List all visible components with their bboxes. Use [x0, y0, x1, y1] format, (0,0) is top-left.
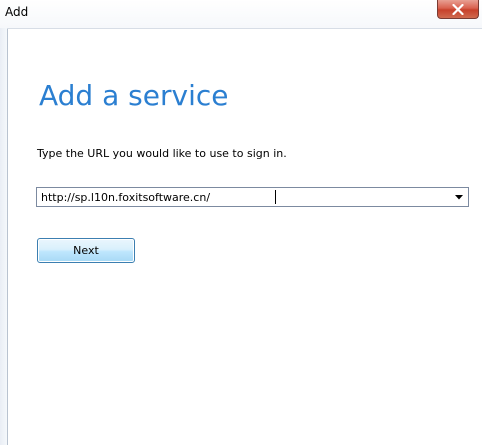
url-dropdown-button[interactable] — [450, 188, 468, 206]
close-button[interactable] — [437, 0, 479, 19]
dialog-content: Add a service Type the URL you would lik… — [8, 29, 482, 445]
text-cursor — [275, 190, 276, 204]
chevron-down-icon — [455, 194, 463, 199]
close-x-icon — [452, 3, 464, 15]
next-button[interactable]: Next — [37, 238, 135, 263]
window-frame-left — [0, 28, 7, 445]
add-service-window: Add Add a service Type the URL you would… — [0, 0, 482, 445]
page-title: Add a service — [39, 79, 229, 112]
url-input[interactable] — [37, 188, 447, 206]
instruction-text: Type the URL you would like to use to si… — [37, 147, 287, 160]
window-title: Add — [5, 5, 29, 19]
title-bar[interactable]: Add — [0, 0, 482, 28]
url-combobox[interactable] — [36, 187, 469, 207]
